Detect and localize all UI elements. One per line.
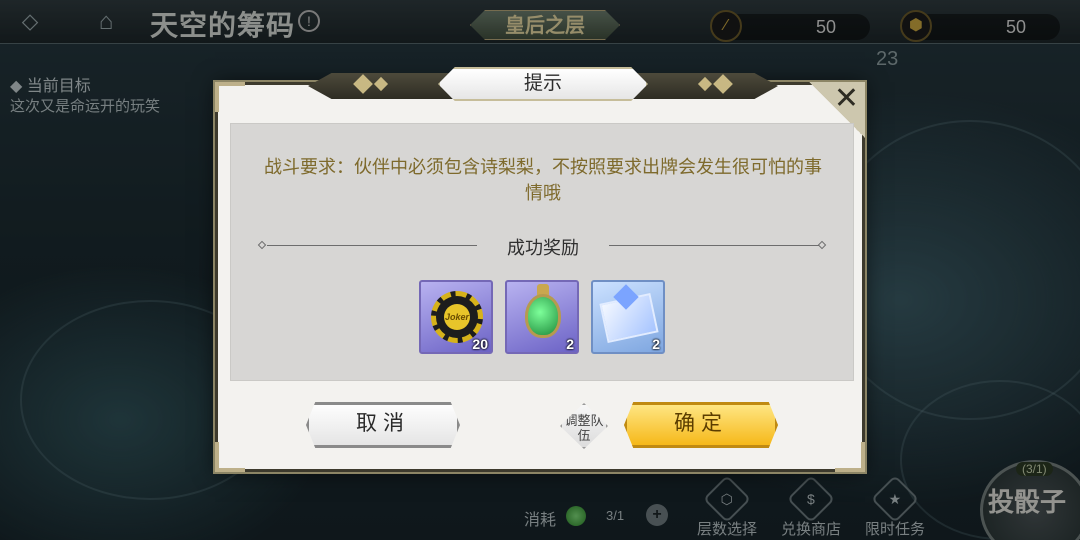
corner-ornament [215, 442, 245, 472]
dialog-content-panel: 战斗要求：伙伴中必须包含诗梨梨，不按照要求出牌会发生很可怕的事情哦 成功奖励 J… [230, 123, 854, 381]
corner-ornament [835, 442, 865, 472]
hint-dialog: 提示 ✕ 战斗要求：伙伴中必须包含诗梨梨，不按照要求出牌会发生很可怕的事情哦 成… [215, 67, 865, 472]
corner-ornament [215, 82, 245, 112]
cancel-button[interactable]: 取消 [306, 402, 460, 448]
green-potion-icon [525, 294, 561, 338]
reward-item-crystal-ticket[interactable]: 2 [591, 280, 665, 354]
rewards-separator: 成功奖励 [257, 234, 827, 258]
reward-item-green-potion[interactable]: 2 [505, 280, 579, 354]
rewards-label: 成功奖励 [507, 238, 579, 258]
chip-label: Joker [444, 304, 470, 330]
reward-list: Joker 20 2 2 [419, 280, 669, 356]
battle-requirement-text: 战斗要求：伙伴中必须包含诗梨梨，不按照要求出牌会发生很可怕的事情哦 [264, 157, 822, 203]
reward-count: 2 [652, 336, 660, 352]
adjust-team-button[interactable]: 调整队伍 [560, 403, 608, 449]
reward-item-joker-chip[interactable]: Joker 20 [419, 280, 493, 354]
reward-count: 20 [472, 336, 488, 352]
dialog-title-bar: 提示 [308, 67, 778, 103]
confirm-button[interactable]: 确定 [624, 402, 778, 448]
dialog-title: 提示 [438, 67, 648, 101]
reward-count: 2 [566, 336, 574, 352]
